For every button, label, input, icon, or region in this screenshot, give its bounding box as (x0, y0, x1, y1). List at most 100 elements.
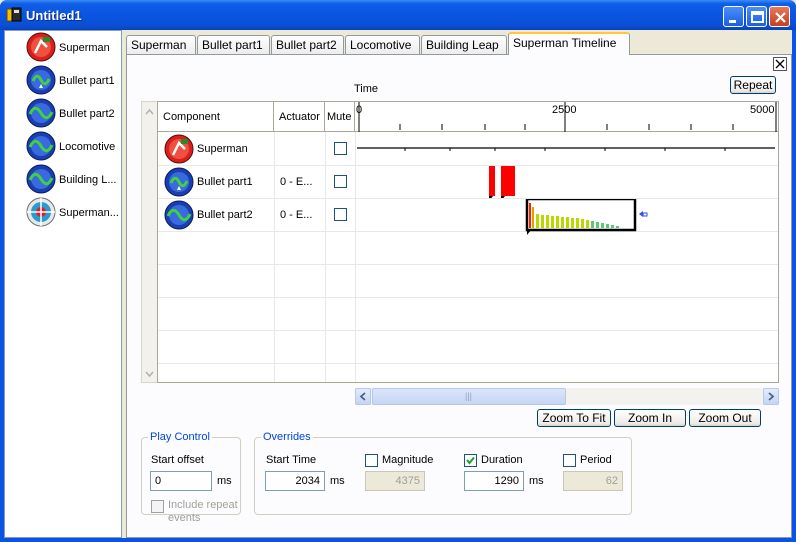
column-header-component[interactable]: Component (158, 102, 274, 132)
tab-superman[interactable]: Superman (126, 35, 196, 54)
period-input[interactable]: 62 (563, 471, 623, 491)
tab-bullet-part2[interactable]: Bullet part2 (271, 35, 344, 54)
component-item-bullet-part1[interactable]: Bullet part1 (25, 64, 121, 96)
timeline-page: Repeat Time Component Actuator Mute 0 25… (126, 54, 792, 538)
row-actuator: 0 - E... (280, 209, 313, 221)
close-button[interactable] (769, 6, 790, 27)
mute-checkbox[interactable] (334, 175, 347, 188)
start-time-unit: ms (330, 475, 345, 487)
zoom-out-button[interactable]: Zoom Out (689, 409, 761, 427)
superman-icon (26, 32, 56, 62)
wave-icon (26, 131, 56, 161)
start-time-label: Start Time (266, 454, 317, 466)
component-list[interactable]: Superman Bullet part1 Bullet part2 Locom… (4, 30, 122, 538)
play-control-group: Play Control Start offset 0 ms Include r… (141, 431, 241, 524)
grid-line (158, 330, 778, 331)
scroll-right-button[interactable] (763, 388, 779, 405)
period-checkbox[interactable] (563, 454, 576, 467)
timeline-target-icon (26, 197, 56, 227)
scroll-grip: ||| (465, 391, 473, 401)
tab-bullet-part1[interactable]: Bullet part1 (197, 35, 270, 54)
period-label: Period (580, 454, 612, 466)
start-offset-unit: ms (217, 475, 232, 487)
time-ruler[interactable]: 0 2500 5000 (355, 102, 778, 132)
panel-close-button[interactable] (773, 57, 787, 71)
component-label: Locomotive (59, 141, 116, 153)
maximize-icon (751, 11, 764, 23)
window-title: Untitled1 (26, 8, 82, 23)
bullet-wave-icon (26, 65, 56, 95)
time-axis-label: Time (354, 83, 379, 95)
duration-checkbox[interactable] (464, 454, 477, 467)
superman-event-track[interactable] (355, 133, 779, 165)
repeat-button[interactable]: Repeat (730, 76, 776, 94)
scroll-down-icon (145, 371, 154, 378)
overrides-legend: Overrides (261, 431, 313, 443)
component-label: Bullet part2 (59, 108, 115, 120)
superman-icon (164, 134, 194, 164)
duration-unit: ms (529, 475, 544, 487)
table-row[interactable]: Superman (158, 133, 779, 165)
bullet-part2-effect-block[interactable] (355, 199, 779, 235)
bullet-wave-icon (164, 167, 194, 197)
chevron-right-icon (768, 392, 775, 401)
start-time-input[interactable]: 2034 (265, 471, 325, 491)
zoom-to-fit-button[interactable]: Zoom To Fit (537, 409, 611, 427)
component-item-bullet-part2[interactable]: Bullet part2 (25, 97, 121, 129)
zoom-in-button[interactable]: Zoom In (614, 409, 686, 427)
duration-input[interactable]: 1290 (464, 471, 524, 491)
row-actuator: 0 - E... (280, 176, 313, 188)
table-row[interactable]: Bullet part1 0 - E... (158, 166, 779, 198)
grid-line (158, 264, 778, 265)
scroll-thumb[interactable]: ||| (372, 388, 566, 405)
wave-icon (26, 164, 56, 194)
magnitude-input[interactable]: 4375 (365, 471, 425, 491)
minimize-icon (729, 20, 736, 23)
ruler-tick-label: 2500 (552, 104, 577, 116)
column-header-actuator[interactable]: Actuator (274, 102, 325, 132)
scroll-left-button[interactable] (355, 388, 371, 405)
title-bar[interactable]: Untitled1 (0, 0, 796, 30)
component-item-building-leap[interactable]: Building L... (25, 163, 121, 195)
include-repeat-label: Include repeat (168, 499, 238, 511)
ruler-tick-label: 5000 (750, 104, 775, 116)
wave-icon (26, 98, 56, 128)
row-component-name: Bullet part2 (197, 209, 253, 221)
component-item-locomotive[interactable]: Locomotive (25, 130, 121, 162)
timeline-horizontal-scrollbar[interactable]: ||| (355, 388, 779, 405)
maximize-button[interactable] (746, 6, 767, 27)
component-label: Superman... (59, 207, 119, 219)
component-item-superman-timeline[interactable]: Superman... (25, 196, 121, 228)
bullet-part1-event-blocks[interactable] (355, 166, 779, 198)
wave-icon (164, 200, 194, 230)
ruler-tick-label: 0 (356, 104, 363, 116)
tab-locomotive[interactable]: Locomotive (345, 35, 420, 54)
magnitude-checkbox[interactable] (365, 454, 378, 467)
timeline-grid[interactable]: Component Actuator Mute 0 2500 5000 Supe… (157, 101, 779, 383)
close-icon (775, 59, 785, 69)
table-row[interactable]: Bullet part2 0 - E... (158, 199, 778, 235)
mute-checkbox[interactable] (334, 208, 347, 221)
row-component-name: Bullet part1 (197, 176, 253, 188)
include-repeat-checkbox[interactable] (151, 500, 164, 513)
overrides-group: Overrides Start Time 2034 ms Magnitude 4… (254, 431, 632, 515)
column-header-mute[interactable]: Mute (325, 102, 355, 132)
tab-building-leap[interactable]: Building Leap (421, 35, 507, 54)
start-offset-input[interactable]: 0 (150, 471, 212, 491)
component-item-superman[interactable]: Superman (25, 31, 121, 63)
start-offset-label: Start offset (151, 454, 204, 466)
row-component-name: Superman (197, 143, 248, 155)
magnitude-label: Magnitude (382, 454, 434, 466)
client-area: Superman Bullet part1 Bullet part2 Locom… (4, 30, 792, 538)
component-label: Building L... (59, 174, 117, 186)
timeline-vertical-scrollbar[interactable] (141, 101, 158, 383)
tab-superman-timeline[interactable]: Superman Timeline (508, 32, 630, 55)
app-window: Untitled1 Superman Bullet part1 Bullet p… (0, 0, 796, 542)
checkmark-icon (466, 456, 475, 465)
minimize-button[interactable] (723, 6, 744, 27)
chevron-left-icon (359, 392, 366, 401)
include-repeat-label-line2: events (168, 512, 201, 524)
grid-line (158, 297, 778, 298)
mute-checkbox[interactable] (334, 142, 347, 155)
grid-line (158, 363, 778, 364)
